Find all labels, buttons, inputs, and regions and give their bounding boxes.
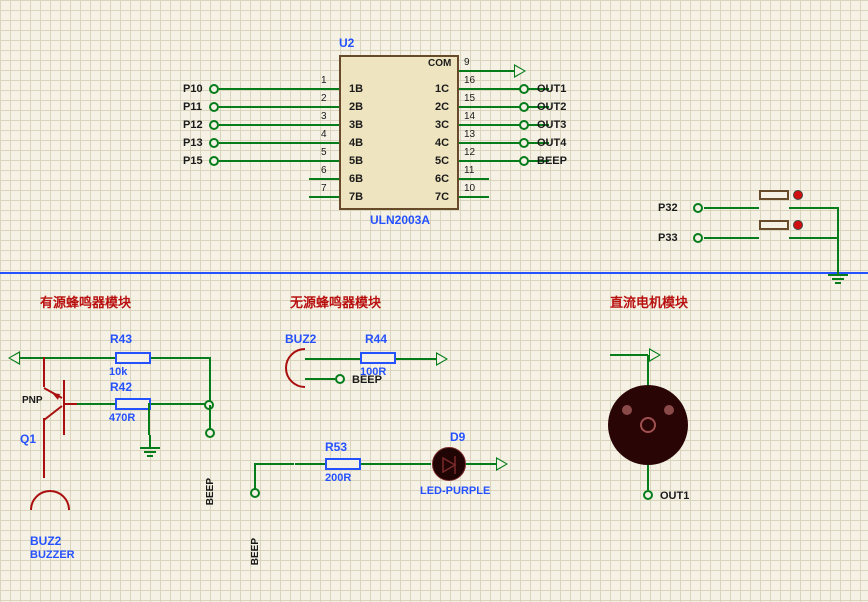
term-p11	[209, 102, 219, 112]
pin-num: 15	[464, 93, 475, 104]
net-out3: OUT3	[537, 119, 566, 131]
term-p32	[693, 203, 703, 213]
switch-led-icon	[793, 220, 803, 230]
term-beep	[519, 156, 529, 166]
switch-led-icon	[793, 190, 803, 200]
term-out1-motor	[643, 490, 653, 500]
pin-num: 1	[321, 75, 327, 86]
switch-p33[interactable]	[759, 220, 789, 230]
r53-ref: R53	[325, 440, 347, 454]
power-arrow-icon	[496, 457, 508, 471]
switch-p32[interactable]	[759, 190, 789, 200]
net-p33: P33	[658, 232, 678, 244]
pin-name: 2C	[435, 101, 449, 113]
pin-name: 5C	[435, 155, 449, 167]
ic-u2	[339, 55, 459, 210]
pin-name: 4C	[435, 137, 449, 149]
term-out4	[519, 138, 529, 148]
pin-name: 7C	[435, 191, 449, 203]
led-icon	[432, 447, 466, 481]
section2-title: 无源蜂鸣器模块	[290, 292, 381, 311]
term-p12	[209, 120, 219, 130]
power-arrow-icon	[436, 352, 448, 366]
term-out3	[519, 120, 529, 130]
pin-num: 10	[464, 183, 475, 194]
pin-name: 2B	[349, 101, 363, 113]
r44-ref: R44	[365, 332, 387, 346]
buz2-ref: BUZ2	[30, 534, 61, 548]
pin-name: 4B	[349, 137, 363, 149]
net-p13: P13	[183, 137, 203, 149]
q1-ref: Q1	[20, 432, 36, 446]
pin-name: 1B	[349, 83, 363, 95]
pin-num: 13	[464, 129, 475, 140]
net-beep-s2: BEEP	[352, 374, 382, 386]
motor-icon	[608, 385, 688, 465]
pin-num: 14	[464, 111, 475, 122]
r53-val: 200R	[325, 472, 351, 484]
pin-num: 12	[464, 147, 475, 158]
net-out1-motor: OUT1	[660, 490, 689, 502]
pin-num: 2	[321, 93, 327, 104]
net-out2: OUT2	[537, 101, 566, 113]
term-out2	[519, 102, 529, 112]
r43-val: 10k	[109, 366, 127, 378]
term-out1	[519, 84, 529, 94]
term-p33	[693, 233, 703, 243]
pin-num: 11	[464, 165, 474, 176]
net-out4: OUT4	[537, 137, 566, 149]
pin-num: 6	[321, 165, 327, 176]
net-p32: P32	[658, 202, 678, 214]
term-p13	[209, 138, 219, 148]
power-arrow-icon	[649, 348, 661, 362]
term-p15	[209, 156, 219, 166]
pin-name: 7B	[349, 191, 363, 203]
pin-num: 4	[321, 129, 327, 140]
d9-type: LED-PURPLE	[420, 485, 490, 497]
pin-name: 3C	[435, 119, 449, 131]
section-divider	[0, 272, 868, 274]
buz2-b-ref: BUZ2	[285, 332, 316, 346]
power-arrow-icon	[8, 351, 20, 365]
net-beep2: BEEP	[250, 538, 261, 565]
r42	[115, 398, 151, 410]
ic-ref: U2	[339, 36, 354, 50]
ic-part: ULN2003A	[370, 213, 430, 227]
r42-val: 470R	[109, 412, 135, 424]
pin-name: 6B	[349, 173, 363, 185]
r53	[325, 458, 361, 470]
net-p10: P10	[183, 83, 203, 95]
pin-name: 6C	[435, 173, 449, 185]
net-p15: P15	[183, 155, 203, 167]
pin-num: 16	[464, 75, 475, 86]
buz2-type: BUZZER	[30, 549, 75, 561]
section1-title: 有源蜂鸣器模块	[40, 292, 131, 311]
pin-num: 3	[321, 111, 327, 122]
pin-name: 1C	[435, 83, 449, 95]
r43-ref: R43	[110, 332, 132, 346]
pin-name: 5B	[349, 155, 363, 167]
q1-type: PNP	[22, 395, 43, 406]
term-p10	[209, 84, 219, 94]
d9-ref: D9	[450, 430, 465, 444]
section3-title: 直流电机模块	[610, 292, 688, 311]
r42-ref: R42	[110, 380, 132, 394]
net-out1: OUT1	[537, 83, 566, 95]
net-beep-ic: BEEP	[537, 155, 567, 167]
r44	[360, 352, 396, 364]
net-p11: P11	[183, 101, 202, 113]
pin-num: 5	[321, 147, 327, 158]
net-p12: P12	[183, 119, 203, 131]
r43	[115, 352, 151, 364]
term-beep-s2	[335, 374, 345, 384]
pin-num: 7	[321, 183, 327, 194]
ic-com: COM	[428, 58, 451, 69]
pin-name: 3B	[349, 119, 363, 131]
pin-num: 9	[464, 57, 470, 68]
net-beep1: BEEP	[205, 478, 216, 505]
